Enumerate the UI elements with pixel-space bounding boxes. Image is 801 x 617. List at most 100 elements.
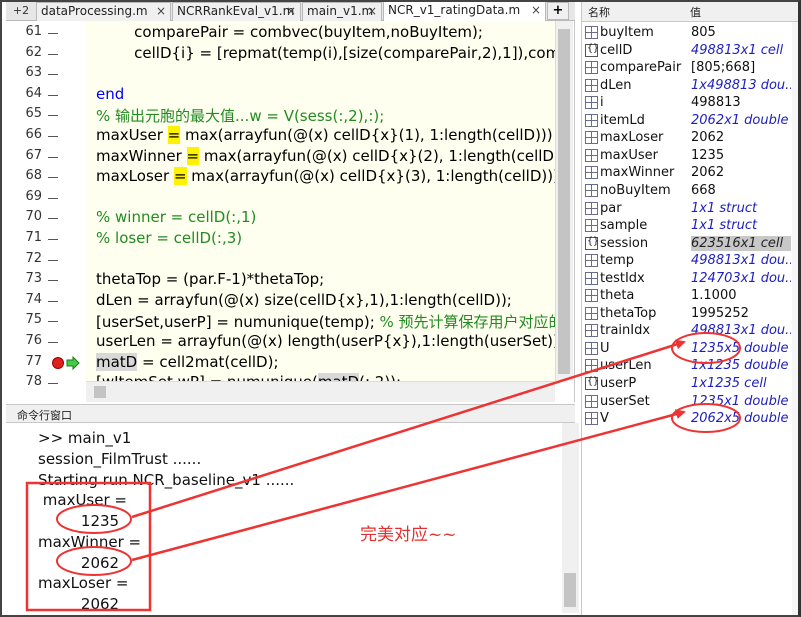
code-line[interactable]: end [96, 85, 124, 103]
variable-value: 2062 [691, 130, 725, 146]
column-header-name[interactable]: 名称 [588, 4, 610, 20]
command-window-scrollbar[interactable] [562, 423, 579, 613]
workspace-variable-row[interactable]: V 2062x5 double [582, 410, 792, 428]
tab-ncr-v1-ratingdata[interactable]: NCR_v1_ratingData.m × [383, 1, 546, 21]
tab-main-v1[interactable]: main_v1.m × [302, 2, 382, 21]
code-line[interactable]: % 输出元胞的最大值...w = V(sess(:,2),:); [96, 105, 384, 126]
hidden-tabs-count[interactable]: +2 [8, 2, 34, 21]
code-line[interactable]: [userSet,userP] = numunique(temp); % 预先计… [96, 311, 555, 332]
tab-label: dataProcessing.m [41, 4, 148, 18]
scroll-thumb[interactable] [94, 386, 106, 398]
editor-tab-bar: +2 dataProcessing.m × NCRRankEval_v1.m × m… [6, 0, 575, 21]
breakpoint-icon[interactable] [52, 357, 64, 369]
code-line[interactable]: userLen = arrayfun(@(x) length(userP{x})… [96, 332, 555, 350]
workspace-variable-row[interactable]: {} cellD 498813x1 cell [582, 42, 792, 60]
close-icon[interactable]: × [531, 2, 541, 19]
workspace-variable-row[interactable]: buyItem 805 [582, 24, 792, 42]
line-number: 62 [25, 44, 42, 60]
scroll-thumb[interactable] [558, 29, 570, 374]
line-marker [48, 197, 58, 199]
code-line[interactable]: thetaTop = (par.F-1)*thetaTop; [96, 270, 324, 288]
workspace-variable-row[interactable]: dLen 1x498813 dou... [582, 77, 792, 95]
variable-value: [805;668] [691, 60, 756, 76]
tab-ncrrankeval[interactable]: NCRRankEval_v1.m × [172, 2, 301, 21]
command-line: maxWinner = [38, 533, 142, 551]
workspace-variable-row[interactable]: U 1235x5 double [582, 340, 792, 358]
workspace-variable-row[interactable]: temp 498813x1 dou... [582, 252, 792, 270]
line-number-gutter[interactable]: 61 62 63 64 65 66 67 68 69 70 71 72 73 74 75 76 77 78 [6, 21, 86, 389]
matrix-icon [585, 254, 598, 268]
line-marker [48, 177, 58, 179]
code-token: max(arrayfun(@(x) cellD{x}(3), 1:length(… [186, 167, 555, 186]
code-line[interactable]: maxLoser = max(arrayfun(@(x) cellD{x}(3)… [96, 167, 555, 186]
line-number: 69 [25, 188, 42, 204]
workspace-variable-row[interactable]: trainIdx 498813x1 dou... [582, 322, 792, 340]
workspace-variable-row[interactable]: maxUser 1235 [582, 147, 792, 165]
code-line[interactable]: maxUser = max(arrayfun(@(x) cellD{x}(1),… [96, 126, 553, 144]
command-window-titlebar: 命令行窗口 [6, 404, 575, 423]
code-line[interactable]: matD = cell2mat(cellD); [96, 352, 279, 371]
close-icon[interactable]: × [156, 3, 166, 20]
code-token: max(arrayfun(@(x) cellD{x}(1), 1:length(… [180, 126, 553, 144]
workspace-scrollbar[interactable] [792, 22, 801, 617]
workspace-variable-row[interactable]: {} userP 1x1235 cell [582, 375, 792, 393]
code-text: end [96, 84, 125, 103]
editor-vertical-scrollbar[interactable] [555, 21, 573, 381]
matrix-icon [585, 359, 598, 373]
workspace-variable-row[interactable]: {} session 623516x1 cell [582, 235, 792, 253]
scroll-thumb[interactable] [564, 573, 576, 607]
code-area[interactable]: comparePair = combvec(buyItem,noBuyItem)… [86, 21, 555, 381]
variable-value: 668 [691, 182, 716, 198]
code-line[interactable]: % winner = cellD(:,1) [96, 208, 256, 226]
code-token: maxUser [96, 126, 168, 144]
add-tab-button[interactable]: + [547, 2, 569, 20]
workspace-variable-row[interactable]: maxLoser 2062 [582, 129, 792, 147]
workspace-variable-row[interactable]: noBuyItem 668 [582, 182, 792, 200]
variable-name: temp [600, 253, 635, 269]
variable-name: userLen [600, 358, 652, 374]
code-line[interactable]: dLen = arrayfun(@(x) size(cellD{x},1),1:… [96, 291, 512, 309]
variable-name: dLen [600, 77, 632, 93]
workspace-variable-row[interactable]: i 498813 [582, 94, 792, 112]
matrix-icon [585, 306, 598, 320]
workspace-variable-row[interactable]: sample 1x1 struct [582, 217, 792, 235]
line-number: 78 [25, 374, 42, 390]
matrix-icon [585, 148, 598, 162]
variable-value: 1x1235 cell [691, 376, 767, 391]
command-window[interactable]: >> main_v1 session_FilmTrust ...... Star… [6, 423, 579, 613]
workspace-variable-row[interactable]: comparePair [805;668] [582, 59, 792, 77]
current-line-arrow-icon [66, 356, 80, 370]
workspace-variable-row[interactable]: maxWinner 2062 [582, 164, 792, 182]
variable-value: 1235 [691, 147, 725, 163]
code-line[interactable]: % loser = cellD(:,3) [96, 229, 242, 247]
matrix-icon [585, 131, 598, 145]
editor-horizontal-scrollbar[interactable] [86, 381, 555, 402]
matrix-icon [585, 61, 598, 75]
variable-name: par [600, 200, 622, 216]
workspace-variable-row[interactable]: par 1x1 struct [582, 200, 792, 218]
line-marker [48, 156, 58, 158]
column-header-value[interactable]: 值 [690, 4, 701, 20]
code-token: max(arrayfun(@(x) cellD{x}(2), 1:length(… [199, 146, 555, 165]
tab-label: NCRRankEval_v1.m [177, 4, 295, 18]
workspace-variable-row[interactable]: userLen 1x1235 double [582, 357, 792, 375]
variable-value: 498813x1 dou... [691, 323, 791, 339]
workspace-variable-row[interactable]: userSet 1235x1 double [582, 393, 792, 411]
matrix-icon [585, 113, 598, 127]
tab-dataprocessing[interactable]: dataProcessing.m × [36, 2, 171, 21]
workspace-variable-row[interactable]: testIdx 124703x1 dou... [582, 270, 792, 288]
variable-name: sample [600, 218, 648, 234]
line-number: 76 [25, 333, 42, 348]
code-line[interactable]: comparePair = combvec(buyItem,noBuyItem)… [96, 23, 483, 41]
workspace-variable-row[interactable]: itemLd 2062x1 double [582, 112, 792, 130]
workspace-variable-row[interactable]: thetaTop 1995252 [582, 305, 792, 323]
close-icon[interactable]: × [367, 3, 377, 20]
line-number: 65 [25, 106, 42, 122]
code-line[interactable]: maxWinner = max(arrayfun(@(x) cellD{x}(2… [96, 146, 555, 165]
code-line[interactable]: cellD{i} = [repmat(temp(i),[size(compare… [96, 44, 555, 62]
variable-value: 1x1 struct [691, 200, 758, 216]
workspace-variable-row[interactable]: theta 1.1000 [582, 287, 792, 305]
code-line[interactable]: [wItemSet,wP] = numunique(matD(:,2)); [96, 373, 401, 381]
workspace-panel: 名称 值 buyItem 805{} cellD 498813x1 cell compa… [581, 0, 801, 617]
close-icon[interactable]: × [286, 3, 296, 20]
